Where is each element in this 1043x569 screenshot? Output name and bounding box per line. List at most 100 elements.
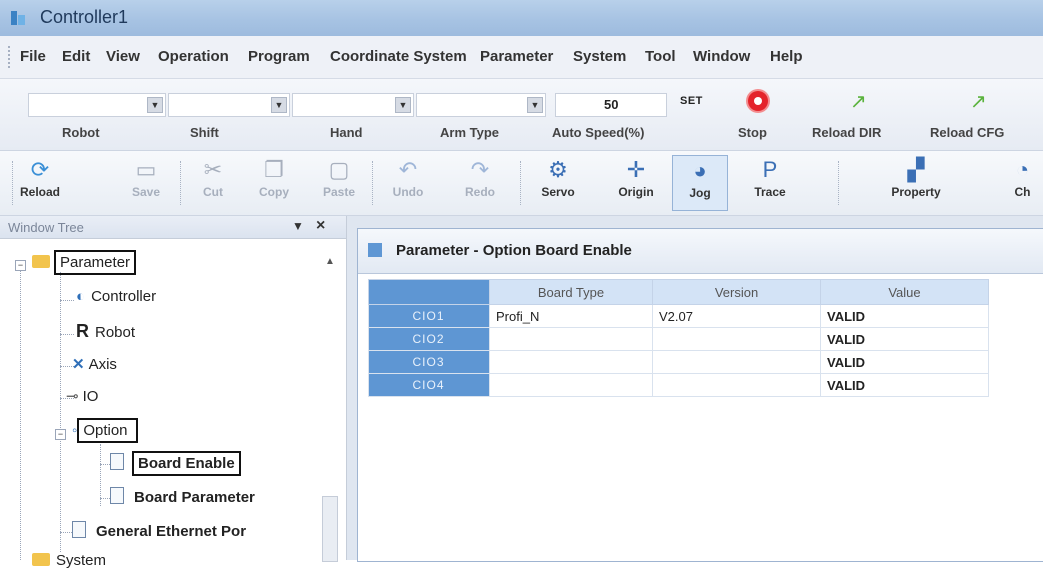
menu-coordinate-system[interactable]: Coordinate System xyxy=(330,48,467,65)
menu-system[interactable]: System xyxy=(573,48,626,65)
menu-edit[interactable]: Edit xyxy=(62,48,90,65)
board-type-cell[interactable] xyxy=(489,327,653,351)
dropdown-icon[interactable]: ▼ xyxy=(292,219,304,233)
table-row[interactable]: CIO2 VALID xyxy=(368,327,989,351)
version-cell[interactable] xyxy=(652,327,821,351)
save-button[interactable]: ▭ Save xyxy=(118,155,174,211)
controller-icon: ◐ xyxy=(76,288,86,305)
row-header[interactable]: CIO1 xyxy=(368,304,490,328)
tree-line xyxy=(100,498,110,499)
tree-line xyxy=(60,272,61,552)
tree-item-parameter[interactable]: Parameter xyxy=(32,250,137,275)
table-row[interactable]: CIO3 VALID xyxy=(368,350,989,374)
row-header[interactable]: CIO2 xyxy=(368,327,490,351)
copy-icon: ❐ xyxy=(264,157,284,182)
robot-combo[interactable]: ▼ xyxy=(28,93,166,117)
chevron-down-icon[interactable]: ▼ xyxy=(147,97,163,113)
reload-dir-icon[interactable]: ↗ xyxy=(850,89,867,114)
auto-speed-input[interactable]: 50 xyxy=(555,93,667,117)
tree-item-board-parameter[interactable]: Board Parameter xyxy=(110,487,255,506)
board-type-cell[interactable] xyxy=(489,350,653,374)
window-title: Controller1 xyxy=(40,7,129,27)
table-row[interactable]: CIO1 Profi_N V2.07 VALID xyxy=(368,304,989,328)
reload-cfg-icon[interactable]: ↗ xyxy=(970,89,987,114)
column-header-value[interactable]: Value xyxy=(820,279,989,305)
chevron-down-icon[interactable]: ▼ xyxy=(271,97,287,113)
reload-dir-label[interactable]: Reload DIR xyxy=(812,125,881,140)
ch-button[interactable]: ◔ Ch xyxy=(1002,155,1043,211)
origin-button[interactable]: ✛ Origin xyxy=(608,155,664,211)
chevron-down-icon[interactable]: ▼ xyxy=(527,97,543,113)
version-cell[interactable]: V2.07 xyxy=(652,304,821,328)
redo-button[interactable]: ↷ Redo xyxy=(452,155,508,211)
set-button[interactable]: SET xyxy=(680,95,703,107)
tree-item-system[interactable]: System xyxy=(32,552,106,569)
menu-program[interactable]: Program xyxy=(248,48,310,65)
row-header[interactable]: CIO4 xyxy=(368,373,490,397)
table-row[interactable]: CIO4 VALID xyxy=(368,373,989,397)
tree-item-option[interactable]: ◦ Option xyxy=(72,418,138,443)
reload-cfg-label[interactable]: Reload CFG xyxy=(930,125,1004,140)
scrollbar-thumb[interactable] xyxy=(322,496,338,562)
close-icon[interactable]: × xyxy=(316,217,325,235)
version-cell[interactable] xyxy=(652,350,821,374)
document-tab[interactable]: Parameter - Option Board Enable xyxy=(358,229,1043,274)
column-header-board-type[interactable]: Board Type xyxy=(489,279,653,305)
row-header[interactable]: CIO3 xyxy=(368,350,490,374)
tree-item-general-ethernet-port[interactable]: General Ethernet Por xyxy=(72,521,246,540)
page-icon xyxy=(72,521,86,538)
stop-icon[interactable] xyxy=(748,91,768,111)
toolbar-separator xyxy=(180,161,182,205)
document-title: Parameter - Option Board Enable xyxy=(396,242,632,259)
collapse-icon[interactable]: − xyxy=(15,260,26,271)
value-cell[interactable]: VALID xyxy=(820,373,989,397)
tree-item-controller[interactable]: ◐ Controller xyxy=(76,288,156,305)
tree-item-axis[interactable]: ✕ Axis xyxy=(72,355,117,373)
board-type-cell[interactable] xyxy=(489,373,653,397)
toolbar-separator xyxy=(520,161,522,205)
menu-parameter[interactable]: Parameter xyxy=(480,48,553,65)
tree-line xyxy=(20,264,21,560)
stop-label[interactable]: Stop xyxy=(738,125,767,140)
menu-operation[interactable]: Operation xyxy=(158,48,229,65)
origin-icon: ✛ xyxy=(626,157,646,182)
tree-line xyxy=(60,532,72,533)
document-icon xyxy=(368,243,382,257)
tree-item-board-enable[interactable]: Board Enable xyxy=(110,451,241,476)
menu-view[interactable]: View xyxy=(106,48,140,65)
main-toolbar: ⟳ Reload ▭ Save ✂ Cut ❐ Copy ▢ Paste ↶ Undo ↷ R… xyxy=(0,151,1043,216)
version-cell[interactable] xyxy=(652,373,821,397)
servo-button[interactable]: ⚙ Servo xyxy=(530,155,586,211)
menu-help[interactable]: Help xyxy=(770,48,803,65)
chevron-down-icon[interactable]: ▼ xyxy=(395,97,411,113)
menu-window[interactable]: Window xyxy=(693,48,750,65)
paste-button[interactable]: ▢ Paste xyxy=(311,155,367,211)
hand-combo[interactable]: ▼ xyxy=(292,93,414,117)
ch-icon: ◔ xyxy=(1015,157,1030,182)
menu-tool[interactable]: Tool xyxy=(645,48,676,65)
trace-button[interactable]: P Trace xyxy=(742,155,798,211)
value-cell[interactable]: VALID xyxy=(820,350,989,374)
paste-icon: ▢ xyxy=(328,157,350,182)
column-header-version[interactable]: Version xyxy=(652,279,821,305)
arm-type-combo[interactable]: ▼ xyxy=(416,93,546,117)
option-icon: ◦ xyxy=(72,422,78,439)
board-type-cell[interactable]: Profi_N xyxy=(489,304,653,328)
option-board-table: Board Type Version Value CIO1 Profi_N V2… xyxy=(368,279,989,397)
value-cell[interactable]: VALID xyxy=(820,327,989,351)
property-button[interactable]: ▞ Property xyxy=(888,155,944,211)
reload-button[interactable]: ⟳ Reload xyxy=(12,155,68,211)
value-cell[interactable]: VALID xyxy=(820,304,989,328)
shift-label: Shift xyxy=(190,125,219,140)
jog-button[interactable]: ◕ Jog xyxy=(672,155,728,211)
shift-combo[interactable]: ▼ xyxy=(168,93,290,117)
menu-file[interactable]: File xyxy=(20,48,46,65)
tree-item-io[interactable]: ⊸ IO xyxy=(66,387,98,405)
copy-button[interactable]: ❐ Copy xyxy=(246,155,302,211)
tree-item-robot[interactable]: R Robot xyxy=(76,321,135,342)
scroll-up-icon[interactable]: ▲ xyxy=(325,256,335,267)
collapse-icon[interactable]: − xyxy=(55,429,66,440)
trace-icon: P xyxy=(762,157,778,182)
undo-button[interactable]: ↶ Undo xyxy=(380,155,436,211)
cut-button[interactable]: ✂ Cut xyxy=(185,155,241,211)
